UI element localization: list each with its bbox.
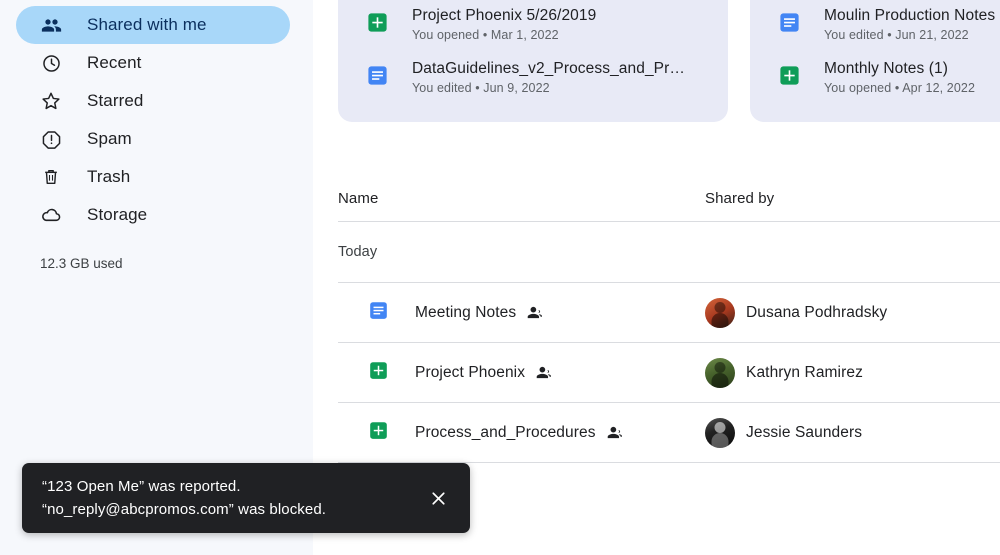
sharer-name: Kathryn Ramirez — [746, 363, 863, 381]
table-row[interactable]: Meeting Notes Dusana Podhradsky — [338, 283, 1000, 343]
cloud-icon — [40, 204, 62, 226]
sidebar-item-label: Trash — [87, 167, 131, 186]
sharer-name: Dusana Podhradsky — [746, 303, 888, 321]
quick-access-item-text: Moulin Production Notes You edited • Jun… — [824, 7, 995, 42]
shared-people-icon — [536, 364, 553, 381]
sheets-icon — [778, 64, 802, 92]
sidebar-nav: Shared with me Recent Starred Spam Trash… — [0, 0, 313, 234]
toast-message: “123 Open Me” was reported. “no_reply@ab… — [22, 475, 326, 521]
quick-access-item-text: Project Phoenix 5/26/2019 You opened • M… — [412, 7, 596, 42]
quick-access-card: Moulin Production Notes You edited • Jun… — [750, 0, 1000, 122]
docs-icon — [366, 64, 390, 92]
sharer-name: Jessie Saunders — [746, 423, 863, 441]
file-title: Project Phoenix 5/26/2019 — [412, 7, 597, 24]
sidebar-item-label: Shared with me — [87, 15, 207, 34]
table-row[interactable]: Project Phoenix Kathryn Ramirez — [338, 343, 1000, 403]
cell-shared-by: Kathryn Ramirez — [705, 357, 863, 388]
quick-access-item[interactable]: Project Phoenix 5/26/2019 You opened • M… — [338, 0, 728, 51]
file-subtitle: You edited • Jun 21, 2022 — [824, 28, 969, 42]
table-header-row: Name Shared by — [338, 175, 1000, 222]
table-row[interactable]: Process_and_Procedures Jessie Saunders — [338, 403, 1000, 463]
avatar — [705, 297, 735, 328]
avatar — [705, 417, 735, 448]
quick-access-card: Project Phoenix 5/26/2019 You opened • M… — [338, 0, 728, 122]
docs-icon — [778, 11, 802, 39]
group-label: Today — [338, 244, 378, 260]
sidebar-item-label: Spam — [87, 129, 132, 148]
sidebar-item-label: Storage — [87, 205, 148, 224]
toast-line-2: “no_reply@abcpromos.com” was blocked. — [42, 501, 327, 518]
storage-used-text: 12.3 GB used — [40, 256, 123, 271]
shared-people-icon — [607, 424, 624, 441]
close-icon[interactable] — [414, 474, 462, 522]
cell-name: Process_and_Procedures — [338, 420, 705, 446]
docs-icon — [368, 300, 390, 326]
file-subtitle: You opened • Mar 1, 2022 — [412, 28, 559, 42]
file-subtitle: You opened • Apr 12, 2022 — [824, 81, 975, 95]
trash-icon — [40, 166, 62, 188]
sidebar-item-label: Recent — [87, 53, 142, 72]
quick-access-item-text: Monthly Notes (1) You opened • Apr 12, 2… — [824, 60, 975, 95]
star-icon — [40, 90, 62, 112]
column-header-shared-by[interactable]: Shared by — [705, 190, 965, 207]
file-title: DataGuidelines_v2_Process_and_Pr… — [412, 60, 685, 77]
sheets-icon — [368, 360, 390, 386]
quick-access-item[interactable]: Monthly Notes (1) You opened • Apr 12, 2… — [750, 51, 1000, 104]
column-header-name[interactable]: Name — [338, 190, 705, 207]
file-name: Meeting Notes — [415, 303, 517, 321]
people-icon — [40, 14, 62, 36]
sidebar-item-starred[interactable]: Starred — [16, 82, 290, 120]
sidebar-item-label: Starred — [87, 91, 144, 110]
cell-shared-by: Dusana Podhradsky — [705, 297, 888, 328]
clock-icon — [40, 52, 62, 74]
cell-name: Project Phoenix — [338, 360, 705, 386]
toast-notification: “123 Open Me” was reported. “no_reply@ab… — [22, 463, 470, 533]
file-title: Monthly Notes (1) — [824, 60, 949, 77]
sidebar-item-trash[interactable]: Trash — [16, 158, 290, 196]
sheets-icon — [368, 420, 390, 446]
warning-octagon-icon — [40, 128, 62, 150]
file-name: Project Phoenix — [415, 363, 526, 381]
file-title: Moulin Production Notes — [824, 7, 996, 24]
toast-line-1: “123 Open Me” was reported. — [42, 478, 241, 495]
file-name: Process_and_Procedures — [415, 423, 596, 441]
shared-people-icon — [527, 304, 544, 321]
file-subtitle: You edited • Jun 9, 2022 — [412, 81, 550, 95]
cell-shared-by: Jessie Saunders — [705, 417, 863, 448]
cell-name: Meeting Notes — [338, 300, 705, 326]
sidebar-item-spam[interactable]: Spam — [16, 120, 290, 158]
table-group-header: Today — [338, 222, 1000, 283]
quick-access-item[interactable]: Moulin Production Notes You edited • Jun… — [750, 0, 1000, 51]
quick-access-cards: Project Phoenix 5/26/2019 You opened • M… — [338, 0, 1000, 122]
sidebar-item-recent[interactable]: Recent — [16, 44, 290, 82]
file-list-table: Name Shared by Today Meeting Notes Dusan… — [338, 175, 1000, 463]
quick-access-item[interactable]: DataGuidelines_v2_Process_and_Pr… You ed… — [338, 51, 728, 104]
sidebar-item-storage[interactable]: Storage — [16, 196, 290, 234]
avatar — [705, 357, 735, 388]
quick-access-item-text: DataGuidelines_v2_Process_and_Pr… You ed… — [412, 60, 685, 95]
sidebar-item-shared-with-me[interactable]: Shared with me — [16, 6, 290, 44]
sheets-icon — [366, 11, 390, 39]
